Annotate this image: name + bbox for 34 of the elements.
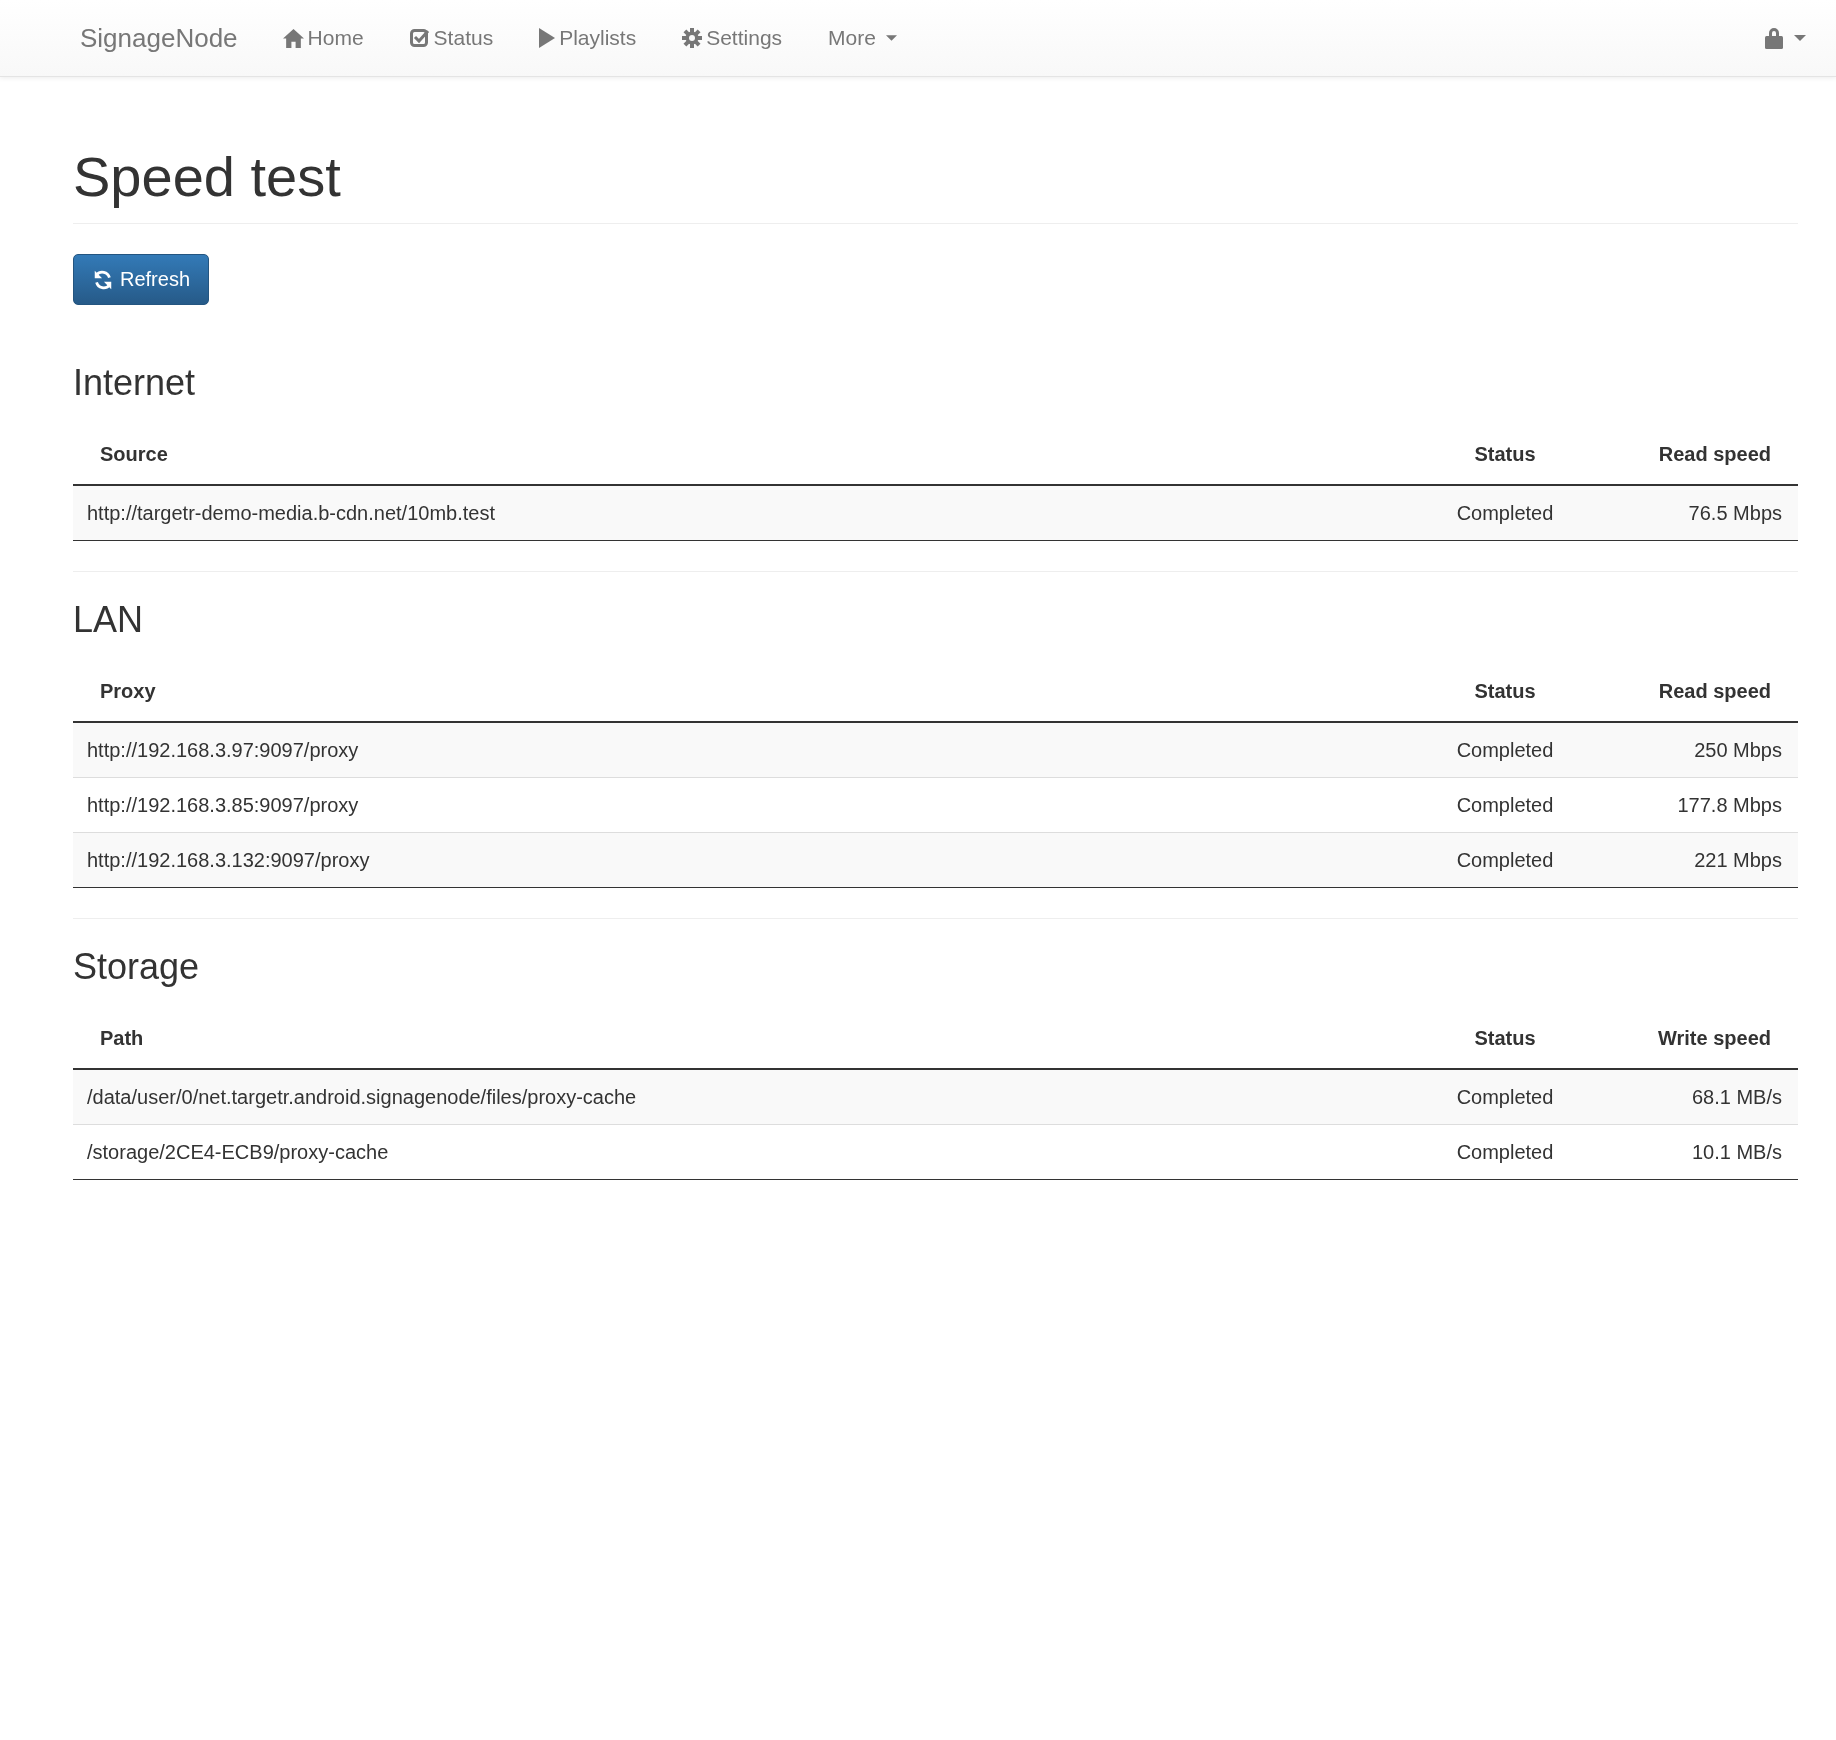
lock-icon: [1764, 26, 1784, 50]
nav-link[interactable]: More: [805, 0, 920, 76]
table-cell: Completed: [1436, 832, 1574, 888]
nav-link[interactable]: Home: [259, 0, 387, 76]
caret-icon: [1794, 35, 1806, 41]
table-cell: http://192.168.3.97:9097/proxy: [73, 722, 1436, 778]
table-cell: http://targetr-demo-media.b-cdn.net/10mb.test: [73, 485, 1436, 541]
nav-link[interactable]: Status: [386, 0, 517, 76]
table-cell: /data/user/0/net.targetr.android.signagenode/files/proxy-cache: [73, 1069, 1436, 1125]
refresh-icon: [92, 268, 114, 291]
nav-link[interactable]: Playlists: [516, 0, 660, 76]
refresh-button[interactable]: Refresh: [73, 254, 210, 305]
section-heading: Storage: [73, 947, 201, 987]
table-cell: 76.5 Mbps: [1574, 485, 1798, 541]
table-cell: Completed: [1436, 1124, 1574, 1180]
table-cell: 250 Mbps: [1574, 722, 1798, 778]
page-title: Speed test: [73, 75, 1798, 224]
nav-link[interactable]: Settings: [659, 0, 806, 76]
section-heading: Internet: [73, 363, 197, 403]
caret-icon: [885, 35, 897, 41]
table-cell: Completed: [1436, 722, 1574, 778]
table-cell: 10.1 MB/s: [1574, 1124, 1798, 1180]
table-cell: 221 Mbps: [1574, 832, 1798, 888]
section-heading: LAN: [73, 600, 145, 640]
table-cell: Completed: [1436, 485, 1574, 541]
table-cell: Completed: [1436, 1069, 1574, 1125]
gear-icon: [682, 28, 703, 48]
table-cell: /storage/2CE4-ECB9/proxy-cache: [73, 1124, 1436, 1180]
table-cell: http://192.168.3.132:9097/proxy: [73, 832, 1436, 888]
home-icon: [282, 27, 304, 49]
table-cell: 68.1 MB/s: [1574, 1069, 1798, 1125]
play-icon: [539, 28, 556, 48]
checkbox-icon: [409, 28, 430, 48]
brand-link[interactable]: SignageNode: [80, 22, 238, 54]
